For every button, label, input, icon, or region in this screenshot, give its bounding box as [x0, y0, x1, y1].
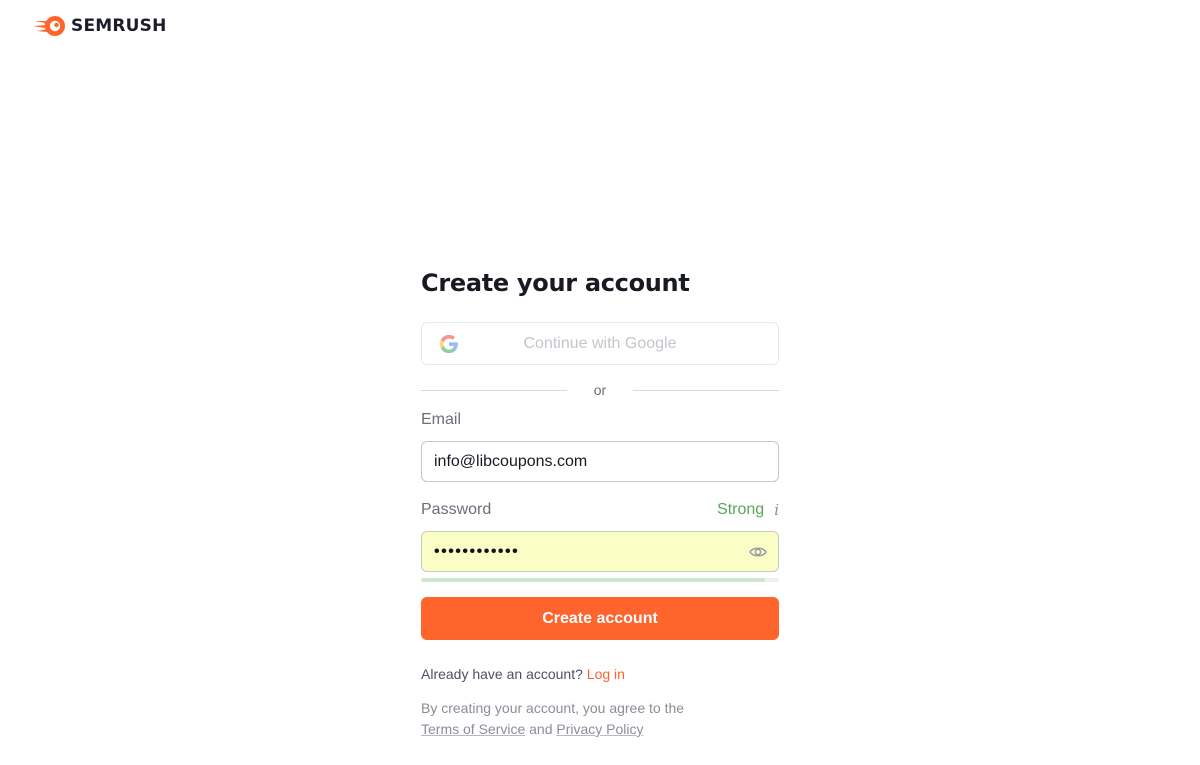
brand-name: SEMRUSH — [71, 16, 167, 36]
divider-line-left — [421, 389, 567, 391]
page-title: Create your account — [421, 269, 690, 297]
login-prompt: Already have an account? Log in — [421, 666, 779, 686]
terms-and-text: and — [529, 721, 553, 737]
password-label-row: Password Strong i — [421, 499, 779, 521]
or-divider: or — [421, 379, 779, 401]
terms-prefix: By creating your account, you agree to t… — [421, 700, 685, 716]
password-strength: Strong i — [717, 501, 779, 519]
create-account-button[interactable]: Create account — [421, 597, 779, 640]
password-masked-value: •••••••••••• — [434, 542, 520, 560]
divider-text: or — [593, 382, 607, 398]
email-label: Email — [421, 411, 462, 428]
google-g-icon — [439, 334, 458, 354]
login-prompt-text: Already have an account? — [421, 666, 583, 682]
signup-form: Create your account Continue with Google… — [421, 266, 779, 740]
divider-line-right — [633, 389, 779, 391]
semrush-logo[interactable]: SEMRUSH — [33, 14, 167, 38]
eye-icon[interactable] — [749, 544, 767, 560]
password-field[interactable]: •••••••••••• — [421, 531, 779, 572]
continue-with-google-button[interactable]: Continue with Google — [421, 322, 779, 365]
password-strength-fill — [421, 578, 765, 582]
password-strength-label: Strong — [717, 501, 765, 518]
email-label-row: Email — [421, 409, 779, 431]
password-label: Password — [421, 501, 492, 518]
terms-notice: By creating your account, you agree to t… — [421, 698, 779, 740]
email-value: info@libcoupons.com — [434, 452, 588, 470]
log-in-link[interactable]: Log in — [587, 666, 625, 682]
terms-of-service-link[interactable]: Terms of Service — [421, 721, 525, 737]
password-strength-bar — [421, 578, 779, 582]
privacy-policy-link[interactable]: Privacy Policy — [556, 721, 643, 737]
semrush-fireball-icon — [33, 16, 65, 36]
email-field[interactable]: info@libcoupons.com — [421, 441, 779, 482]
continue-with-google-label: Continue with Google — [523, 334, 677, 352]
info-icon[interactable]: i — [774, 501, 779, 519]
